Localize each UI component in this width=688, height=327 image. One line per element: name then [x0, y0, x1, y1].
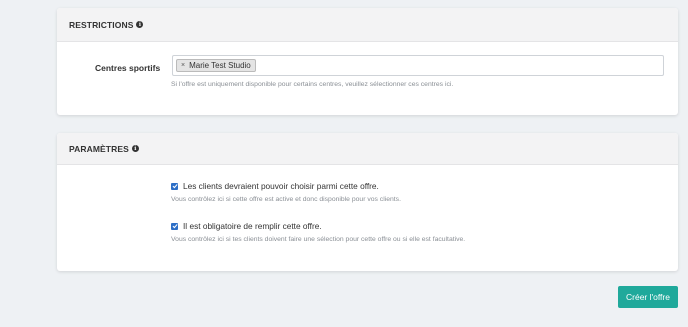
- option-label-mandatory: Il est obligatoire de remplir cette offr…: [183, 221, 322, 231]
- checkmark-icon: [172, 224, 178, 229]
- centres-help-text: Si l'offre est uniquement disponible pou…: [171, 81, 454, 88]
- checkbox-choose-offer[interactable]: [171, 182, 178, 190]
- selected-tag-label: Marie Test Studio: [189, 61, 251, 70]
- option-label-choose-offer: Les clients devraient pouvoir choisir pa…: [183, 181, 379, 191]
- checkbox-mandatory[interactable]: [171, 222, 178, 230]
- checkmark-icon: [172, 184, 178, 189]
- option-row-mandatory[interactable]: Il est obligatoire de remplir cette offr…: [171, 221, 322, 231]
- option-row-choose-offer[interactable]: Les clients devraient pouvoir choisir pa…: [171, 181, 379, 191]
- restrictions-title: RESTRICTIONS: [69, 19, 134, 30]
- centres-sportifs-label: Centres sportifs: [95, 63, 161, 73]
- create-offer-button[interactable]: Créer l'offre: [618, 286, 678, 308]
- selected-tag: × Marie Test Studio: [176, 59, 256, 72]
- info-icon[interactable]: i: [131, 145, 139, 152]
- restrictions-header: RESTRICTIONS i: [57, 8, 678, 42]
- option-help-mandatory: Vous contrôlez ici si tes clients doiven…: [171, 236, 466, 243]
- parametres-title: PARAMÈTRES: [69, 143, 129, 154]
- parametres-panel: PARAMÈTRES i Les clients devraient pouvo…: [57, 133, 678, 271]
- parametres-header: PARAMÈTRES i: [57, 133, 678, 165]
- restrictions-panel: RESTRICTIONS i Centres sportifs × Marie …: [57, 8, 678, 115]
- remove-tag-icon[interactable]: ×: [181, 62, 185, 69]
- info-icon[interactable]: i: [136, 21, 144, 28]
- centres-sportifs-select[interactable]: × Marie Test Studio: [172, 55, 664, 76]
- option-help-choose-offer: Vous contrôlez ici si cette offre est ac…: [171, 196, 401, 203]
